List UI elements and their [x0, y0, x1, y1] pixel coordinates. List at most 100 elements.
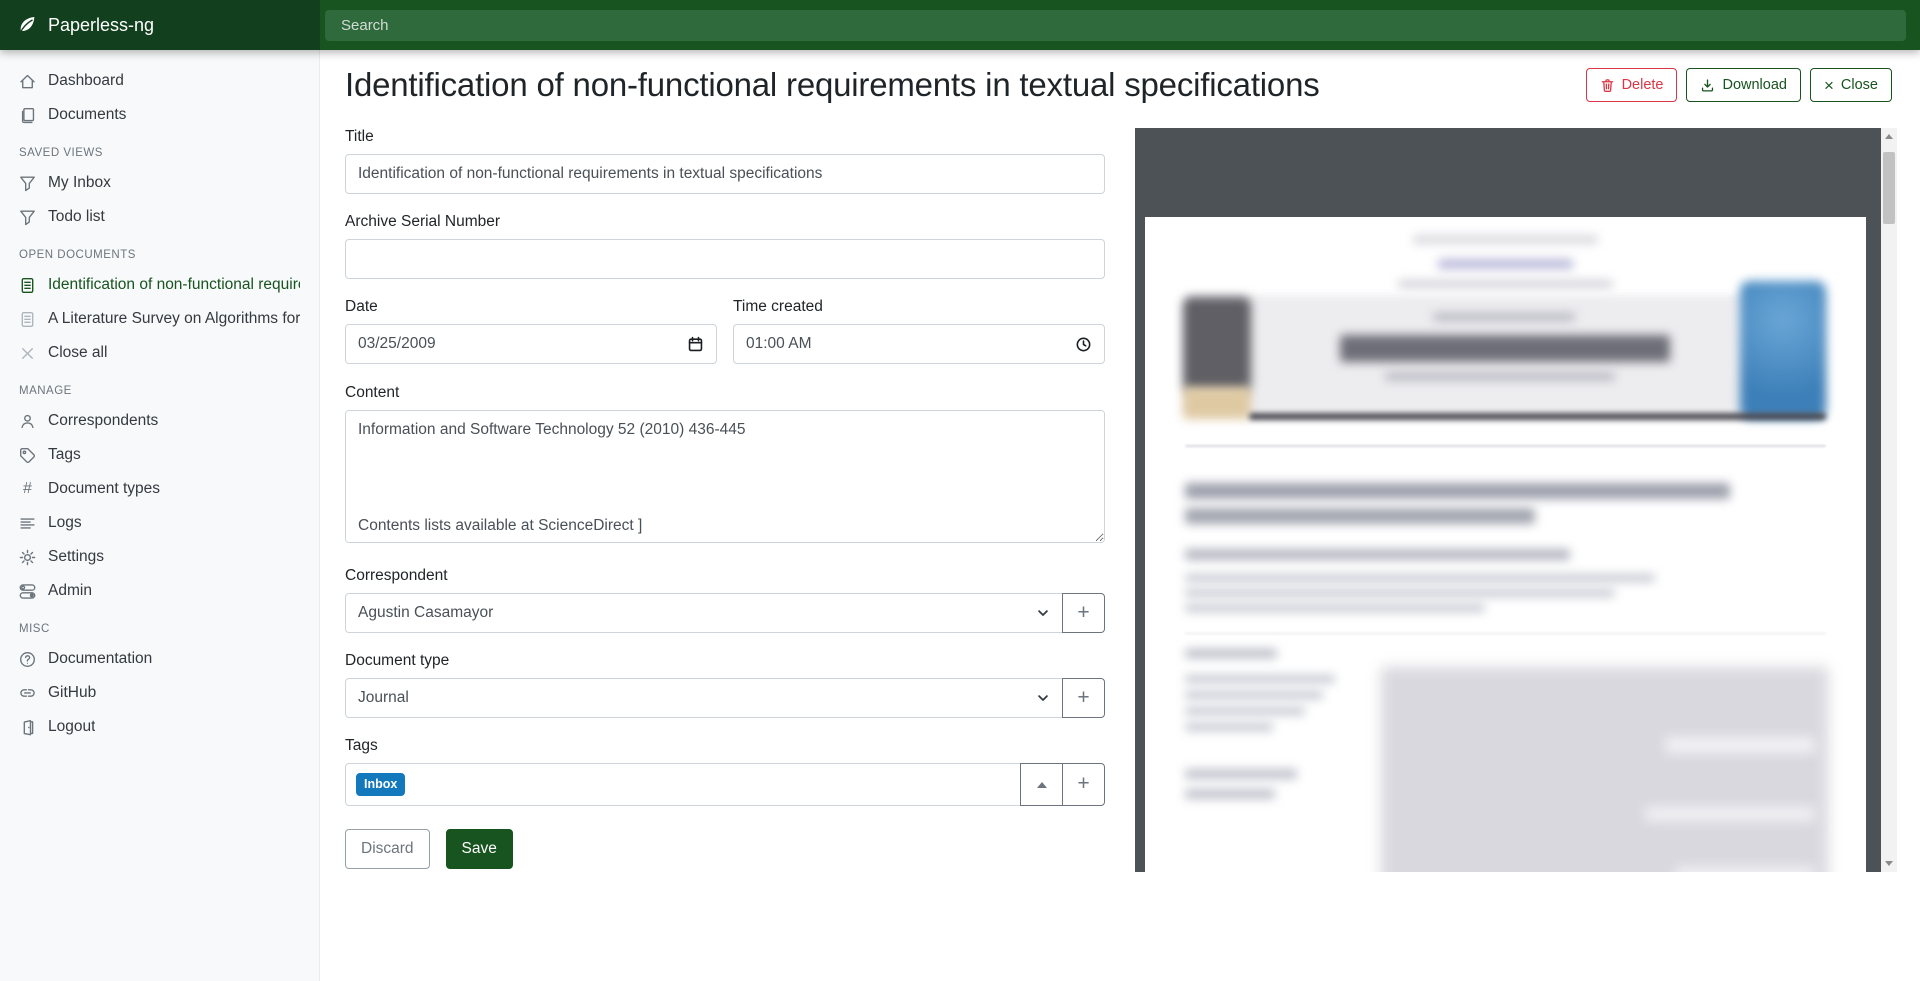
time-field-group: Time created 01:00 AM	[733, 298, 1105, 364]
caret-up-icon	[1037, 782, 1047, 788]
add-correspondent-button[interactable]: +	[1062, 593, 1105, 633]
sidebar-item-my-inbox[interactable]: My Inbox	[0, 166, 319, 200]
search-input[interactable]	[325, 10, 1906, 41]
list-lines-icon	[19, 515, 36, 532]
blurred-text-line	[1385, 373, 1615, 380]
trash-icon	[1600, 78, 1615, 93]
app-brand[interactable]: Paperless-ng	[0, 0, 320, 50]
asn-field-group: Archive Serial Number	[345, 213, 1105, 279]
sidebar-item-admin[interactable]: Admin	[0, 574, 319, 608]
tags-dropdown-button[interactable]	[1020, 763, 1063, 806]
chevron-down-icon	[1036, 606, 1050, 620]
form-buttons: Discard Save	[345, 829, 1105, 899]
sidebar-item-todo-list[interactable]: Todo list	[0, 200, 319, 234]
content-label: Content	[345, 384, 1105, 402]
title-label: Title	[345, 128, 1105, 146]
content-row: Title Archive Serial Number Date 03/25/2…	[320, 128, 1920, 899]
document-type-select[interactable]: Journal	[345, 678, 1063, 718]
blurred-sidebar-heading	[1185, 649, 1277, 658]
blurred-affiliation-line	[1185, 604, 1485, 612]
date-input[interactable]: 03/25/2009	[345, 324, 717, 364]
link-icon	[19, 685, 36, 702]
tags-label: Tags	[345, 737, 1105, 755]
hash-icon: #	[19, 480, 36, 498]
blurred-thin-rule	[1185, 633, 1826, 634]
close-button[interactable]: × Close	[1810, 68, 1892, 102]
sidebar-item-settings[interactable]: Settings	[0, 540, 319, 574]
blurred-sidebar-line	[1185, 769, 1297, 779]
blurred-thin-rule	[1185, 445, 1826, 447]
sidebar-item-open-document-1[interactable]: Identification of non-functional require…	[0, 268, 319, 302]
scroll-down-icon[interactable]	[1885, 861, 1893, 866]
blurred-text-line	[1398, 280, 1613, 288]
time-input[interactable]: 01:00 AM	[733, 324, 1105, 364]
tags-field-group: Tags Inbox +	[345, 737, 1105, 806]
document-type-label: Document type	[345, 652, 1105, 670]
blurred-journal-title	[1340, 335, 1670, 362]
sidebar-item-open-document-2[interactable]: A Literature Survey on Algorithms for Mu…	[0, 302, 319, 336]
file-text-icon	[19, 311, 36, 328]
tag-chip-inbox[interactable]: Inbox	[356, 773, 405, 795]
sidebar-item-documents[interactable]: Documents	[0, 98, 319, 132]
date-value: 03/25/2009	[358, 335, 436, 353]
sidebar-item-tags[interactable]: Tags	[0, 438, 319, 472]
funnel-icon	[19, 209, 36, 226]
plus-icon: +	[1077, 602, 1089, 623]
section-heading-misc: MISC	[0, 608, 319, 642]
x-icon	[19, 345, 36, 362]
document-type-field-group: Document type Journal +	[345, 652, 1105, 718]
leaf-icon	[17, 15, 37, 35]
document-header: Identification of non-functional require…	[320, 50, 1920, 104]
tags-input[interactable]: Inbox	[345, 763, 1021, 806]
download-button[interactable]: Download	[1686, 68, 1801, 102]
sidebar-item-close-all[interactable]: Close all	[0, 336, 319, 370]
files-icon	[19, 107, 36, 124]
date-time-row: Date 03/25/2009 Time created 01:00 AM	[345, 298, 1105, 384]
content-textarea[interactable]: Information and Software Technology 52 (…	[345, 410, 1105, 543]
section-heading-manage: MANAGE	[0, 370, 319, 404]
blurred-header-rule	[1249, 413, 1826, 420]
sidebar-item-github[interactable]: GitHub	[0, 676, 319, 710]
correspondent-select[interactable]: Agustin Casamayor	[345, 593, 1063, 633]
delete-button[interactable]: Delete	[1586, 68, 1678, 102]
blurred-sidebar-line	[1185, 723, 1273, 731]
document-actions: Delete Download × Close	[1586, 68, 1892, 102]
scroll-up-icon[interactable]	[1885, 134, 1893, 139]
document-edit-form: Title Archive Serial Number Date 03/25/2…	[345, 128, 1105, 899]
sidebar-item-documentation[interactable]: Documentation	[0, 642, 319, 676]
pdf-preview[interactable]	[1135, 128, 1897, 872]
search-bar	[320, 10, 1920, 41]
funnel-icon	[19, 175, 36, 192]
blurred-text-line	[1413, 235, 1598, 244]
scrollbar-thumb[interactable]	[1883, 152, 1895, 224]
asn-label: Archive Serial Number	[345, 213, 1105, 231]
sidebar-item-document-types[interactable]: # Document types	[0, 472, 319, 506]
date-field-group: Date 03/25/2009	[345, 298, 717, 364]
asn-input[interactable]	[345, 239, 1105, 279]
add-tag-button[interactable]: +	[1062, 763, 1105, 806]
file-text-icon	[19, 277, 36, 294]
title-input[interactable]	[345, 154, 1105, 194]
blurred-text-line	[1433, 313, 1575, 321]
section-heading-open-documents: OPEN DOCUMENTS	[0, 234, 319, 268]
blurred-article-title-line	[1185, 483, 1730, 499]
download-icon	[1700, 78, 1715, 93]
save-button[interactable]: Save	[446, 829, 513, 869]
tag-icon	[19, 447, 36, 464]
plus-icon: +	[1077, 773, 1089, 794]
sidebar: Dashboard Documents SAVED VIEWS My Inbox…	[0, 50, 320, 981]
house-icon	[19, 73, 36, 90]
sidebar-item-dashboard[interactable]: Dashboard	[0, 64, 319, 98]
sidebar-item-correspondents[interactable]: Correspondents	[0, 404, 319, 438]
blurred-authors-line	[1185, 549, 1570, 560]
blurred-abstract-block	[1381, 667, 1828, 872]
sidebar-item-logs[interactable]: Logs	[0, 506, 319, 540]
blurred-link-line	[1438, 259, 1573, 269]
pdf-scrollbar[interactable]	[1881, 128, 1897, 872]
add-document-type-button[interactable]: +	[1062, 678, 1105, 718]
content-field-group: Content Information and Software Technol…	[345, 384, 1105, 548]
sidebar-item-logout[interactable]: Logout	[0, 710, 319, 744]
x-icon: ×	[1824, 77, 1834, 94]
discard-button[interactable]: Discard	[345, 829, 430, 869]
blurred-sidebar-line	[1185, 789, 1275, 799]
